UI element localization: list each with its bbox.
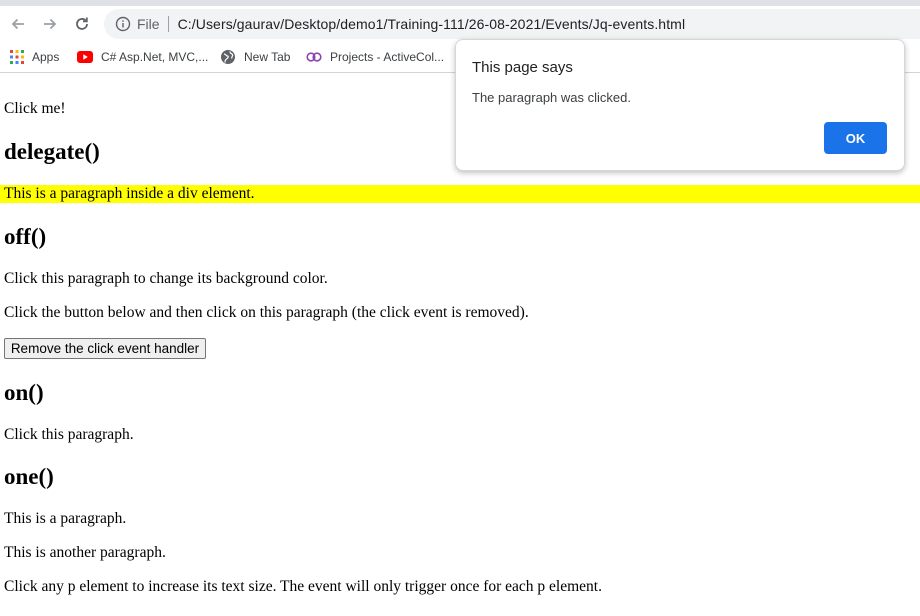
delegate-heading: delegate() bbox=[4, 139, 100, 164]
bookmark-label: New Tab bbox=[244, 50, 291, 64]
address-bar[interactable]: File C:/Users/gaurav/Desktop/demo1/Train… bbox=[104, 9, 920, 39]
dialog-title: This page says bbox=[472, 59, 573, 76]
apps-grid-icon bbox=[10, 50, 24, 64]
delegate-paragraph[interactable]: This is a paragraph inside a div element… bbox=[4, 185, 255, 203]
clipped-heading bbox=[4, 73, 12, 83]
omnibox-divider bbox=[167, 16, 169, 32]
scheme-label: File bbox=[137, 16, 160, 32]
off-paragraph-color[interactable]: Click this paragraph to change its backg… bbox=[4, 270, 328, 288]
one-paragraph-2[interactable]: This is another paragraph. bbox=[4, 544, 166, 562]
on-heading: on() bbox=[4, 380, 44, 405]
back-arrow-icon bbox=[11, 18, 24, 30]
browser-toolbar: File C:/Users/gaurav/Desktop/demo1/Train… bbox=[0, 6, 920, 42]
back-button[interactable] bbox=[6, 12, 30, 36]
one-paragraph-1[interactable]: This is a paragraph. bbox=[4, 510, 126, 528]
one-paragraph-3[interactable]: Click any p element to increase its text… bbox=[4, 578, 602, 596]
url-text[interactable]: C:/Users/gaurav/Desktop/demo1/Training-1… bbox=[178, 16, 686, 32]
bookmark-label: C# Asp.Net, MVC,... bbox=[101, 50, 209, 64]
off-paragraph-removed[interactable]: Click the button below and then click on… bbox=[4, 304, 529, 322]
alert-dialog: This page says The paragraph was clicked… bbox=[455, 39, 905, 171]
bookmark-csharp[interactable]: C# Asp.Net, MVC,... bbox=[77, 47, 208, 67]
forward-arrow-icon bbox=[44, 18, 57, 30]
bookmark-apps[interactable]: Apps bbox=[10, 47, 59, 67]
dialog-message: The paragraph was clicked. bbox=[472, 90, 631, 105]
ok-button[interactable]: OK bbox=[824, 122, 887, 154]
youtube-icon bbox=[77, 51, 93, 63]
click-me-paragraph[interactable]: Click me! bbox=[4, 100, 66, 118]
reload-icon bbox=[76, 17, 88, 30]
bookmark-label: Apps bbox=[32, 50, 60, 64]
bookmark-label: Projects - ActiveCol... bbox=[330, 50, 445, 64]
forward-button[interactable] bbox=[38, 12, 62, 36]
globe-icon bbox=[221, 50, 235, 64]
off-heading: off() bbox=[4, 224, 47, 249]
bookmark-new-tab[interactable]: New Tab bbox=[220, 47, 290, 67]
reload-button[interactable] bbox=[70, 12, 94, 36]
one-heading: one() bbox=[4, 464, 54, 489]
remove-click-handler-button[interactable]: Remove the click event handler bbox=[4, 338, 206, 359]
info-icon[interactable] bbox=[115, 16, 131, 32]
activecollab-icon bbox=[306, 52, 322, 62]
on-paragraph[interactable]: Click this paragraph. bbox=[4, 426, 134, 444]
bookmark-projects[interactable]: Projects - ActiveCol... bbox=[306, 47, 444, 67]
